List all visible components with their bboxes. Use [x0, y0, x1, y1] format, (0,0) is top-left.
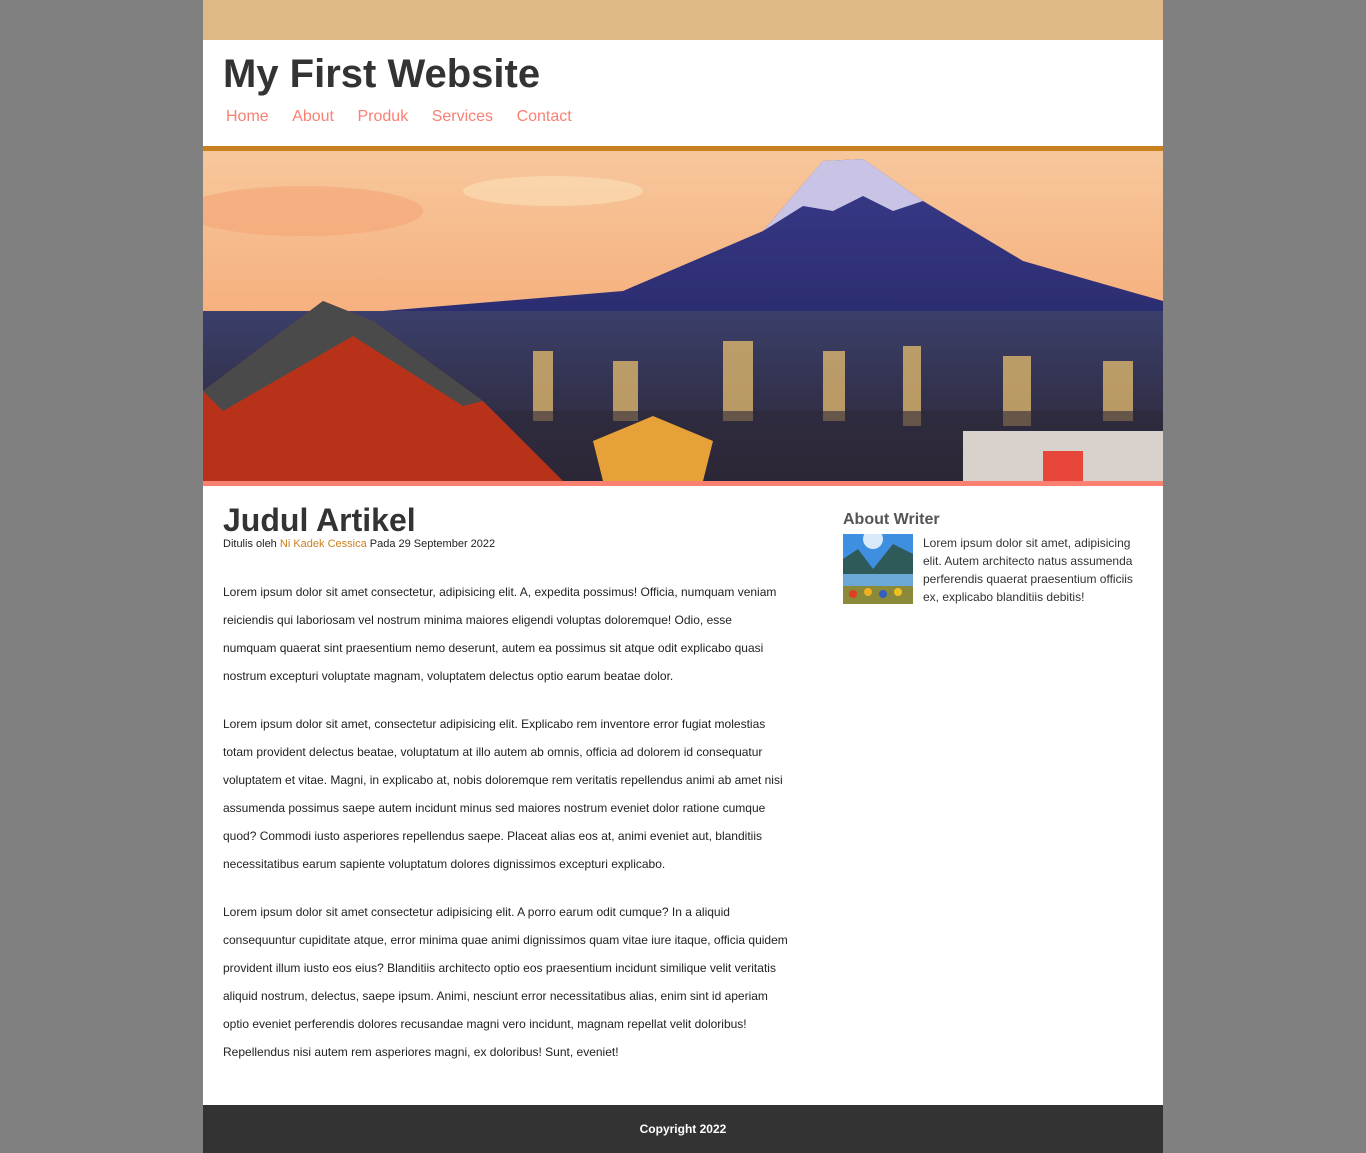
hero-image: [203, 151, 1163, 486]
main-nav: Home About Produk Services Contact: [223, 108, 1143, 126]
site-title: My First Website: [223, 52, 541, 96]
article-paragraph: Lorem ipsum dolor sit amet, consectetur …: [223, 717, 783, 871]
meta-prefix: Ditulis oleh: [223, 538, 277, 550]
nav-services[interactable]: Services: [432, 108, 493, 126]
author-link[interactable]: Ni Kadek Cessica: [280, 538, 367, 550]
sidebar: About Writer Lorem ipsum dolor sit amet,…: [843, 510, 1143, 606]
sidebar-text: Lorem ipsum dolor sit amet, adipisicing …: [923, 536, 1133, 604]
sidebar-title: About Writer: [843, 511, 940, 528]
article: Judul Artikel Ditulis oleh Ni Kadek Cess…: [223, 502, 788, 1066]
nav-home[interactable]: Home: [226, 108, 269, 126]
site-header: My First Website Home About Produk Servi…: [203, 40, 1163, 151]
nav-contact[interactable]: Contact: [517, 108, 572, 126]
article-paragraph: Lorem ipsum dolor sit amet consectetur a…: [223, 905, 788, 1059]
article-paragraph: Lorem ipsum dolor sit amet consectetur, …: [223, 585, 777, 683]
writer-image: [843, 534, 913, 604]
top-bar: [203, 0, 1163, 40]
nav-about[interactable]: About: [292, 108, 334, 126]
meta-date: Pada 29 September 2022: [369, 538, 496, 550]
page-container: My First Website Home About Produk Servi…: [203, 0, 1163, 1153]
copyright: Copyright 2022: [639, 1122, 727, 1136]
nav-produk[interactable]: Produk: [358, 108, 409, 126]
article-meta: Ditulis oleh Ni Kadek Cessica Pada 29 Se…: [223, 538, 788, 550]
footer: Copyright 2022: [203, 1105, 1163, 1153]
article-title: Judul Artikel: [223, 502, 416, 538]
